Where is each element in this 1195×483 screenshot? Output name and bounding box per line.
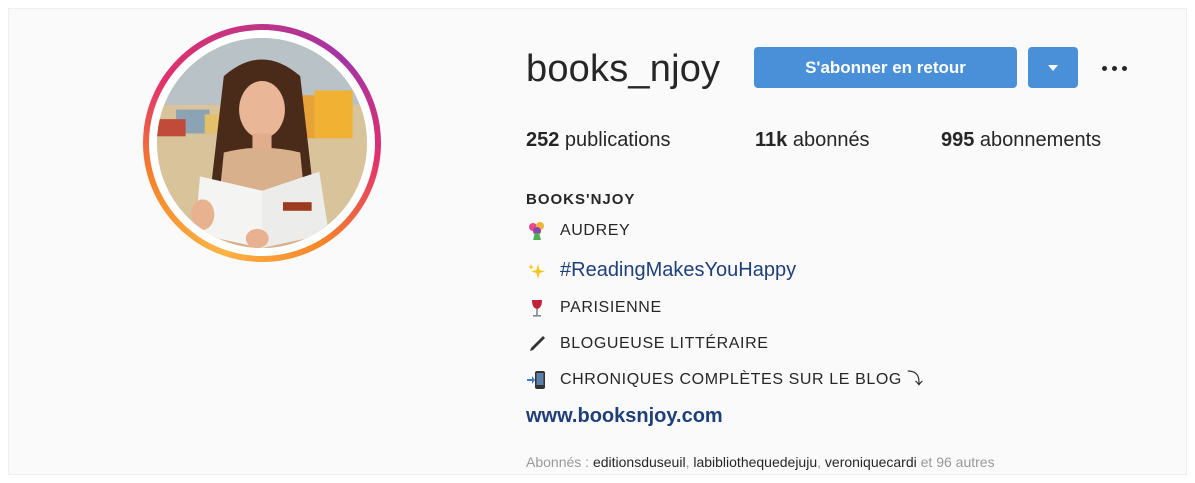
username: books_njoy [526, 48, 721, 90]
profile-header: books_njoy S'abonner en retour 252 publi… [8, 8, 1187, 475]
mobile-arrow-icon [526, 370, 548, 390]
website-link[interactable]: www.booksnjoy.com [526, 403, 723, 429]
sparkles-icon [526, 262, 548, 282]
bio-line: BLOGUEUSE LITTÉRAIRE [526, 333, 769, 355]
stat-followers[interactable]: 11k abonnés [755, 127, 870, 153]
stat-posts: 252 publications [526, 129, 671, 151]
follower-username[interactable]: editionsduseuil [593, 454, 686, 470]
bio-line: AUDREY [526, 220, 630, 242]
more-options-button[interactable] [1094, 51, 1134, 85]
more-dot-icon [1101, 65, 1107, 71]
follower-username[interactable]: labibliothequedejuju [693, 454, 817, 470]
suggestions-dropdown-button[interactable] [1028, 47, 1078, 88]
bouquet-icon [526, 221, 548, 241]
chevron-down-icon [1048, 64, 1058, 71]
hashtag-link[interactable]: #ReadingMakesYouHappy [560, 259, 796, 281]
stat-following[interactable]: 995 abonnements [941, 127, 1101, 153]
bio-line: #ReadingMakesYouHappy [526, 259, 796, 283]
story-ring[interactable] [143, 24, 381, 262]
display-name: BOOKS'NJOY [526, 191, 636, 208]
more-dot-icon [1111, 65, 1117, 71]
bio-line: PARISIENNE [526, 297, 662, 319]
bio-line: CHRONIQUES COMPLÈTES SUR LE BLOG ⤵ [526, 369, 924, 391]
follow-back-button[interactable]: S'abonner en retour [754, 47, 1017, 88]
followed-by[interactable]: Abonnés : editionsduseuil, labibliothequ… [526, 453, 995, 471]
follower-username[interactable]: veroniquecardi [825, 454, 917, 470]
pen-icon [526, 334, 548, 354]
more-dot-icon [1121, 65, 1127, 71]
avatar[interactable] [157, 38, 367, 248]
wine-glass-icon [526, 298, 548, 318]
